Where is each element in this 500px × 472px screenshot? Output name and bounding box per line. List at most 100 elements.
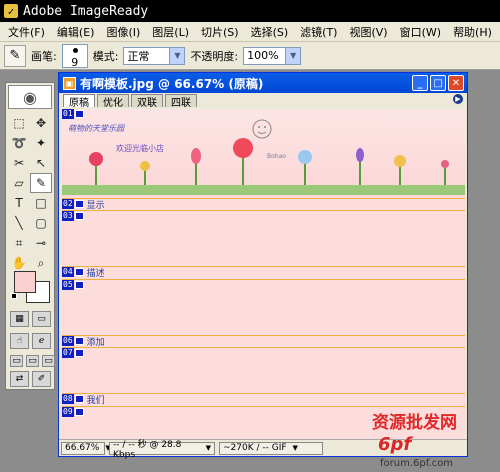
menu-select[interactable]: 选择(S) (245, 24, 295, 40)
opacity-value: 100% (247, 49, 279, 62)
image-map-visibility-icon[interactable]: ▦ (10, 311, 29, 327)
brush-size: 9 (71, 55, 79, 69)
tab-2-up[interactable]: 双联 (131, 94, 163, 109)
menu-edit[interactable]: 编辑(E) (51, 24, 101, 40)
rounded-rect-tool-icon[interactable]: ▢ (30, 213, 52, 233)
slice-number: 08 (62, 394, 74, 404)
slice-label: 我们 (86, 395, 105, 406)
eyedropper-tool-icon[interactable]: ⊸ (30, 233, 52, 253)
full-screen-menu-mode-icon[interactable]: ▭ (26, 355, 39, 367)
close-button[interactable]: ✕ (448, 75, 464, 91)
opacity-select[interactable]: 100% ▼ (243, 46, 302, 65)
options-bar: ✎ 画笔: 9 模式: 正常 ▼ 不透明度: 100% ▼ (0, 42, 500, 70)
paintbrush-tool-icon[interactable]: ✎ (30, 173, 52, 193)
move-tool-icon[interactable]: ✥ (30, 113, 52, 133)
brush-tip-icon (72, 47, 78, 53)
slice-image-icon (74, 408, 84, 416)
full-screen-mode-icon[interactable]: ▭ (42, 355, 55, 367)
document-window: ▣ 有啊模板.jpg @ 66.67% (原稿) _ □ ✕ 原稿 优化 双联 … (58, 72, 468, 460)
slice-tag[interactable]: 04 描述 (62, 267, 105, 279)
edit-tool-icon[interactable]: ✐ (32, 371, 51, 387)
download-time-field[interactable]: -- / -- 秒 @ 28.8 Kbps ▼ (109, 440, 215, 460)
foreground-color-swatch[interactable] (14, 271, 36, 293)
crop-slice-tool-icon[interactable]: ✂ (8, 153, 30, 173)
maximize-button[interactable]: □ (430, 75, 446, 91)
slice-number: 02 (62, 199, 74, 209)
slice-number: 03 (62, 211, 74, 221)
tab-original[interactable]: 原稿 (63, 94, 95, 109)
slice-tag[interactable]: 02 显示 (62, 199, 105, 211)
rectangle-tool-icon[interactable]: □ (30, 193, 52, 213)
brush-label: 画笔: (31, 49, 57, 63)
slice-line (62, 393, 465, 394)
lasso-tool-icon[interactable]: ➰ (8, 133, 30, 153)
mode-select[interactable]: 正常 ▼ (123, 46, 186, 65)
menu-filter[interactable]: 滤镜(T) (294, 24, 343, 40)
menu-help[interactable]: 帮助(H) (447, 24, 498, 40)
menu-image[interactable]: 图像(I) (100, 24, 146, 40)
watermark-text-line2: 6pf (378, 434, 412, 455)
slice-number: 06 (62, 336, 74, 346)
jump-to-photoshop-icon[interactable]: ⇄ (10, 371, 29, 387)
eraser-tool-icon[interactable]: ▱ (8, 173, 30, 193)
slice-tag[interactable]: 07 (62, 348, 87, 358)
tab-menu-arrow-icon[interactable]: ▶ (453, 94, 463, 104)
slice-label: 描述 (86, 268, 105, 279)
default-colors-icon[interactable] (11, 293, 17, 299)
slice-line (62, 406, 465, 407)
menu-view[interactable]: 视图(V) (343, 24, 393, 40)
type-tool-icon[interactable]: T (8, 193, 30, 213)
slice-tag[interactable]: 08 我们 (62, 394, 105, 406)
minimize-button[interactable]: _ (412, 75, 428, 91)
tab-optimized[interactable]: 优化 (97, 94, 129, 109)
mode-label: 模式: (92, 49, 119, 63)
menu-window[interactable]: 窗口(W) (394, 24, 447, 40)
jump-to-row: ⇄ ✐ (10, 371, 51, 387)
brush-preset-picker[interactable]: 9 (61, 43, 88, 69)
slice-tag[interactable]: 03 (62, 211, 87, 221)
slice-label: 添加 (86, 337, 105, 348)
zoom-field[interactable]: 66.67% ▼ (61, 441, 111, 455)
slice-tag[interactable]: 01 (62, 109, 87, 119)
marquee-tool-icon[interactable]: ⬚ (8, 113, 30, 133)
menu-slice[interactable]: 切片(S) (195, 24, 245, 40)
slice-number: 09 (62, 407, 74, 417)
brush-tool-icon[interactable]: ✎ (4, 44, 26, 67)
standard-screen-mode-icon[interactable]: ▭ (10, 355, 23, 367)
site-watermark: 资源批发网 6pf forum.6pf.com (372, 408, 500, 472)
document-icon: ▣ (63, 76, 76, 90)
menu-layer[interactable]: 图层(L) (146, 24, 195, 40)
hand-tool-icon[interactable]: ✋ (8, 253, 30, 273)
slice-number: 01 (62, 109, 74, 119)
zoom-tool-icon[interactable]: ⌕ (30, 253, 52, 273)
slice-image-icon (74, 212, 84, 220)
image-canvas[interactable]: 萌物的天堂乐园 欢迎光临小店 Bohao 01 02 显示 03 04 描述 0… (62, 109, 465, 439)
flower-decoration (89, 119, 449, 185)
toolbox: ◉ ⬚ ✥ ➰ ✦ ✂ ↖ ▱ ✎ T □ ╲ ▢ ⌗ ⊸ ✋ ⌕ ▦ ▭ ☝ … (5, 82, 55, 390)
slice-number: 05 (62, 280, 74, 290)
slice-number: 04 (62, 267, 74, 277)
watermark-url: forum.6pf.com (380, 458, 454, 469)
menu-file[interactable]: 文件(F) (2, 24, 51, 40)
slice-select-tool-icon[interactable]: ↖ (30, 153, 52, 173)
crop-tool-icon[interactable]: ⌗ (8, 233, 30, 253)
preview-in-browser-icon[interactable]: ℯ (32, 333, 51, 349)
slice-image-icon (74, 110, 84, 118)
slice-tag[interactable]: 06 添加 (62, 336, 105, 348)
line-tool-icon[interactable]: ╲ (8, 213, 30, 233)
rollover-preview-icon[interactable]: ☝ (10, 333, 29, 349)
document-title: 有啊模板.jpg @ 66.67% (原稿) (80, 76, 264, 91)
toggle-slices-row: ▦ ▭ (10, 311, 51, 327)
screen-mode-row: ▭ ▭ ▭ (10, 355, 55, 367)
slice-tag[interactable]: 09 (62, 407, 87, 417)
slice-tag[interactable]: 05 (62, 280, 87, 290)
grass-strip (62, 185, 465, 195)
file-size-field[interactable]: ~270K / -- GIF ▼ (219, 441, 323, 455)
chevron-down-icon: ▼ (205, 444, 211, 452)
slice-label: 显示 (86, 200, 105, 211)
magic-wand-tool-icon[interactable]: ✦ (30, 133, 52, 153)
slice-visibility-icon[interactable]: ▭ (32, 311, 51, 327)
document-title-bar[interactable]: ▣ 有啊模板.jpg @ 66.67% (原稿) _ □ ✕ (59, 73, 467, 93)
slice-image-icon (74, 281, 84, 289)
tab-4-up[interactable]: 四联 (165, 94, 197, 109)
